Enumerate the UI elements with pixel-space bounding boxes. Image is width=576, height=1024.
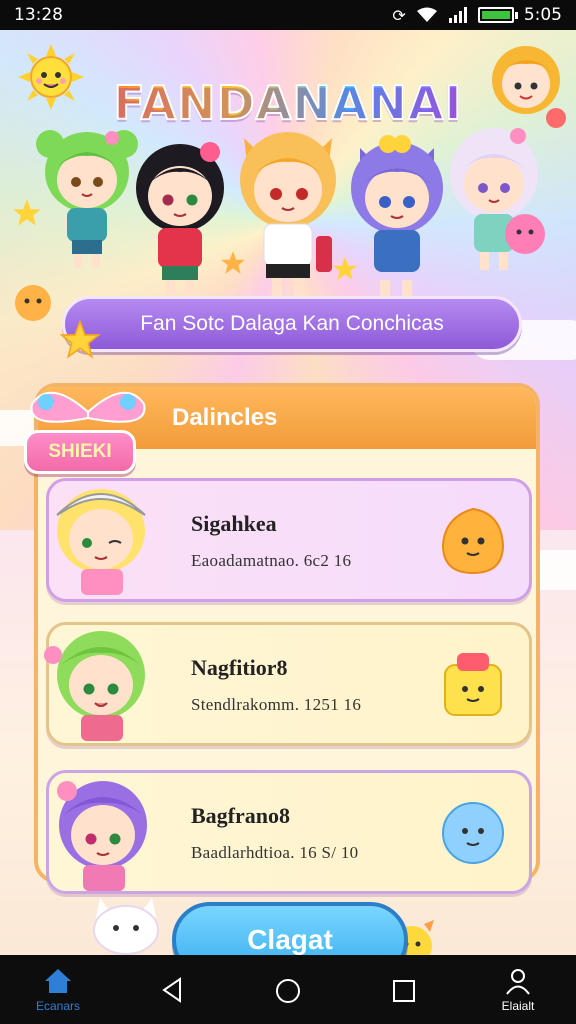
- character-card[interactable]: Sigahkea Eaoadamatnao. 6c2 16: [46, 478, 532, 602]
- card-name: Sigahkea: [191, 511, 277, 536]
- status-bar: 13:28 ⟳ 5:05: [0, 0, 576, 30]
- status-time: 13:28: [14, 5, 63, 25]
- recents-icon[interactable]: [392, 979, 416, 1003]
- card-detail: Eaoadamatnao. 6c2 16: [191, 551, 352, 570]
- nav-profile-label: Elaialt: [501, 998, 535, 1013]
- card-text: Nagfitior8 Stendlrakomm. 1251 16: [191, 655, 361, 715]
- character-card[interactable]: Nagfitior8 Stendlrakomm. 1251 16: [44, 622, 532, 746]
- card-detail: Stendlrakomm. 1251 16: [191, 695, 362, 714]
- subtitle-text: Fan Sotc Dalaga Kan Conchicas: [140, 312, 444, 335]
- card-name: Bagfrano8: [191, 803, 290, 828]
- character-card[interactable]: Bagfrano8 Baadlarhdtioa. 16 S/ 10: [46, 770, 532, 894]
- sync-icon: ⟳: [392, 5, 406, 25]
- wifi-icon: [416, 7, 437, 22]
- nav-home[interactable]: Ecanars: [20, 955, 96, 1024]
- profile-icon: [506, 968, 530, 995]
- star-decoration-icon: [13, 199, 41, 226]
- cat-mascot-icon: [93, 898, 159, 955]
- card-text: Sigahkea Eaoadamatnao. 6c2 16: [191, 511, 351, 571]
- card-detail: Baadlarhdtioa. 16 S/ 10: [191, 843, 359, 862]
- yellow-bag-icon: [444, 653, 502, 716]
- blue-blob-icon: [442, 802, 504, 864]
- status-icons: ⟳ 5:05: [392, 5, 562, 25]
- orange-blob-icon: [441, 507, 505, 575]
- nav-profile[interactable]: Elaialt: [480, 955, 556, 1024]
- star-decoration-icon: [60, 320, 100, 359]
- heart-blob-icon: [505, 214, 545, 254]
- navigation-bar: Ecanars Elaialt: [0, 955, 576, 1024]
- home-circle-icon[interactable]: [274, 977, 302, 1005]
- cookie-mascot-icon: [15, 285, 51, 321]
- section-title: Dalincles: [172, 404, 278, 431]
- character-avatar-icon: [57, 781, 147, 891]
- app-screen: FANDANANAI Fan Sotc Dalaga Kan Conchicas…: [0, 30, 576, 955]
- home-icon: [45, 968, 71, 993]
- nav-home-label: Ecanars: [35, 998, 81, 1013]
- character-avatar-icon: [56, 489, 146, 595]
- card-text: Bagfrano8 Baadlarhdtioa. 16 S/ 10: [191, 803, 358, 863]
- signal-icon: [448, 7, 467, 23]
- card-name: Nagfitior8: [191, 655, 288, 680]
- back-icon[interactable]: [160, 977, 184, 1003]
- ribbon-badge: SHIEKI: [24, 430, 136, 474]
- battery-icon: [477, 7, 518, 23]
- star-decoration-icon: [221, 251, 245, 274]
- primary-action-button[interactable]: Clagat: [172, 902, 408, 955]
- subtitle-banner: Fan Sotc Dalaga Kan Conchicas: [62, 296, 522, 352]
- character-avatar-icon: [44, 631, 145, 741]
- star-decoration-icon: [333, 257, 357, 280]
- status-clock-right: 5:05: [523, 5, 562, 25]
